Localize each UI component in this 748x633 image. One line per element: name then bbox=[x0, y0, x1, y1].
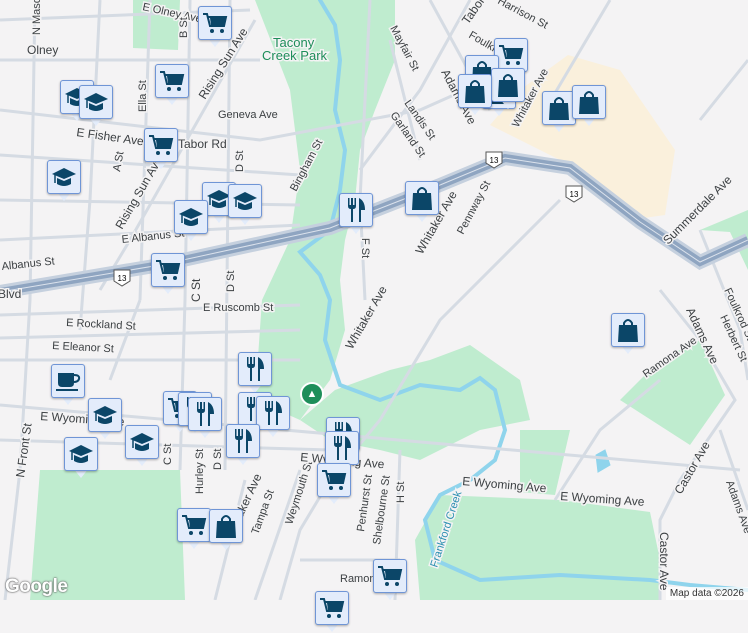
label: F St bbox=[359, 238, 371, 258]
shopping-bag-icon bbox=[542, 91, 576, 125]
coffee-marker[interactable] bbox=[51, 364, 85, 406]
label: Tabor Rd bbox=[178, 137, 227, 151]
label: Penhurst St bbox=[355, 474, 375, 533]
restaurant-marker[interactable] bbox=[256, 396, 290, 438]
label: B St bbox=[178, 17, 190, 38]
label: Ella St bbox=[137, 80, 149, 112]
restaurant-icon bbox=[238, 352, 272, 386]
shopping-cart-icon bbox=[198, 6, 232, 40]
label: C St bbox=[189, 278, 203, 302]
label: Shelbourne St bbox=[371, 475, 393, 546]
shopping-bag-icon bbox=[491, 68, 525, 102]
shopping-cart-icon bbox=[151, 253, 185, 287]
shopping-cart-marker[interactable] bbox=[151, 253, 185, 295]
label: E Fisher Ave bbox=[76, 125, 145, 148]
shopping-bag-icon bbox=[572, 85, 606, 119]
svg-text:13: 13 bbox=[490, 156, 499, 165]
label: D St bbox=[212, 449, 224, 470]
shopping-bag-marker[interactable] bbox=[405, 181, 439, 223]
school-marker[interactable] bbox=[125, 425, 159, 467]
label: Tabor Rd bbox=[459, 0, 498, 27]
shopping-bag-icon bbox=[611, 313, 645, 347]
restaurant-marker[interactable] bbox=[238, 352, 272, 394]
label: Weymouth St bbox=[283, 460, 315, 526]
school-icon bbox=[125, 425, 159, 459]
shopping-cart-marker[interactable] bbox=[155, 64, 189, 106]
school-marker[interactable] bbox=[79, 85, 113, 127]
shopping-cart-icon bbox=[155, 64, 189, 98]
school-marker[interactable] bbox=[88, 398, 122, 440]
label: Geneva Ave bbox=[218, 109, 278, 121]
school-icon bbox=[79, 85, 113, 119]
label: Hurley St bbox=[194, 449, 206, 494]
label: E Rockland St bbox=[66, 317, 136, 333]
restaurant-icon bbox=[226, 424, 260, 458]
school-icon bbox=[88, 398, 122, 432]
coffee-icon bbox=[51, 364, 85, 398]
shopping-cart-marker[interactable] bbox=[198, 6, 232, 48]
shopping-bag-marker[interactable] bbox=[458, 74, 492, 116]
park-pin-icon[interactable]: ▲ bbox=[300, 382, 324, 406]
shopping-cart-icon bbox=[177, 508, 211, 542]
label: Summerdale Ave bbox=[660, 173, 735, 248]
shopping-cart-icon bbox=[494, 38, 528, 72]
label: C St bbox=[162, 444, 174, 465]
google-logo: Google bbox=[5, 576, 68, 597]
restaurant-marker[interactable] bbox=[188, 397, 222, 439]
shopping-cart-marker[interactable] bbox=[373, 559, 407, 601]
school-marker[interactable] bbox=[47, 160, 81, 202]
svg-text:13: 13 bbox=[118, 274, 127, 283]
shopping-bag-marker[interactable] bbox=[491, 68, 525, 110]
shopping-cart-icon bbox=[315, 591, 349, 625]
label: Castor Ave bbox=[657, 532, 671, 591]
school-icon bbox=[174, 200, 208, 234]
restaurant-icon bbox=[339, 193, 373, 227]
label: D St bbox=[234, 151, 246, 172]
school-icon bbox=[64, 437, 98, 471]
label: A St bbox=[111, 151, 126, 173]
label: E Eleanor St bbox=[52, 340, 114, 355]
label: Olney bbox=[27, 43, 58, 57]
restaurant-icon bbox=[188, 397, 222, 431]
shopping-cart-marker[interactable] bbox=[317, 463, 351, 505]
school-marker[interactable] bbox=[174, 200, 208, 242]
label: Albanus St bbox=[1, 255, 55, 272]
park-label: Creek Park bbox=[262, 48, 328, 63]
shopping-bag-marker[interactable] bbox=[542, 91, 576, 133]
label: N Front St bbox=[13, 422, 35, 479]
shopping-bag-icon bbox=[209, 509, 243, 543]
shopping-cart-marker[interactable] bbox=[177, 508, 211, 550]
restaurant-icon bbox=[256, 396, 290, 430]
label: Adams Ave bbox=[723, 479, 748, 535]
label: Harrison St bbox=[496, 0, 550, 31]
school-icon bbox=[228, 184, 262, 218]
label: D St bbox=[225, 271, 237, 292]
school-marker[interactable] bbox=[228, 184, 262, 226]
shopping-bag-marker[interactable] bbox=[611, 313, 645, 355]
label: Blvd bbox=[0, 287, 21, 301]
shopping-cart-marker[interactable] bbox=[315, 591, 349, 633]
school-icon bbox=[47, 160, 81, 194]
school-marker[interactable] bbox=[64, 437, 98, 479]
shopping-bag-icon bbox=[405, 181, 439, 215]
label: E Ruscomb St bbox=[203, 302, 273, 314]
label: Whitaker Ave bbox=[342, 283, 390, 351]
label: Pennway St bbox=[455, 179, 493, 236]
restaurant-marker[interactable] bbox=[339, 193, 373, 235]
shopping-cart-icon bbox=[317, 463, 351, 497]
shopping-cart-marker[interactable] bbox=[144, 128, 178, 170]
shopping-cart-icon bbox=[144, 128, 178, 162]
map-attribution[interactable]: Map data ©2026 bbox=[665, 587, 748, 600]
restaurant-marker[interactable] bbox=[226, 424, 260, 466]
shopping-bag-icon bbox=[458, 74, 492, 108]
shopping-cart-icon bbox=[373, 559, 407, 593]
label: N Mascher St bbox=[31, 0, 43, 35]
label: H St bbox=[395, 482, 407, 503]
shopping-bag-marker[interactable] bbox=[209, 509, 243, 551]
svg-text:13: 13 bbox=[570, 190, 579, 199]
restaurant-icon bbox=[325, 431, 359, 465]
shopping-bag-marker[interactable] bbox=[572, 85, 606, 127]
